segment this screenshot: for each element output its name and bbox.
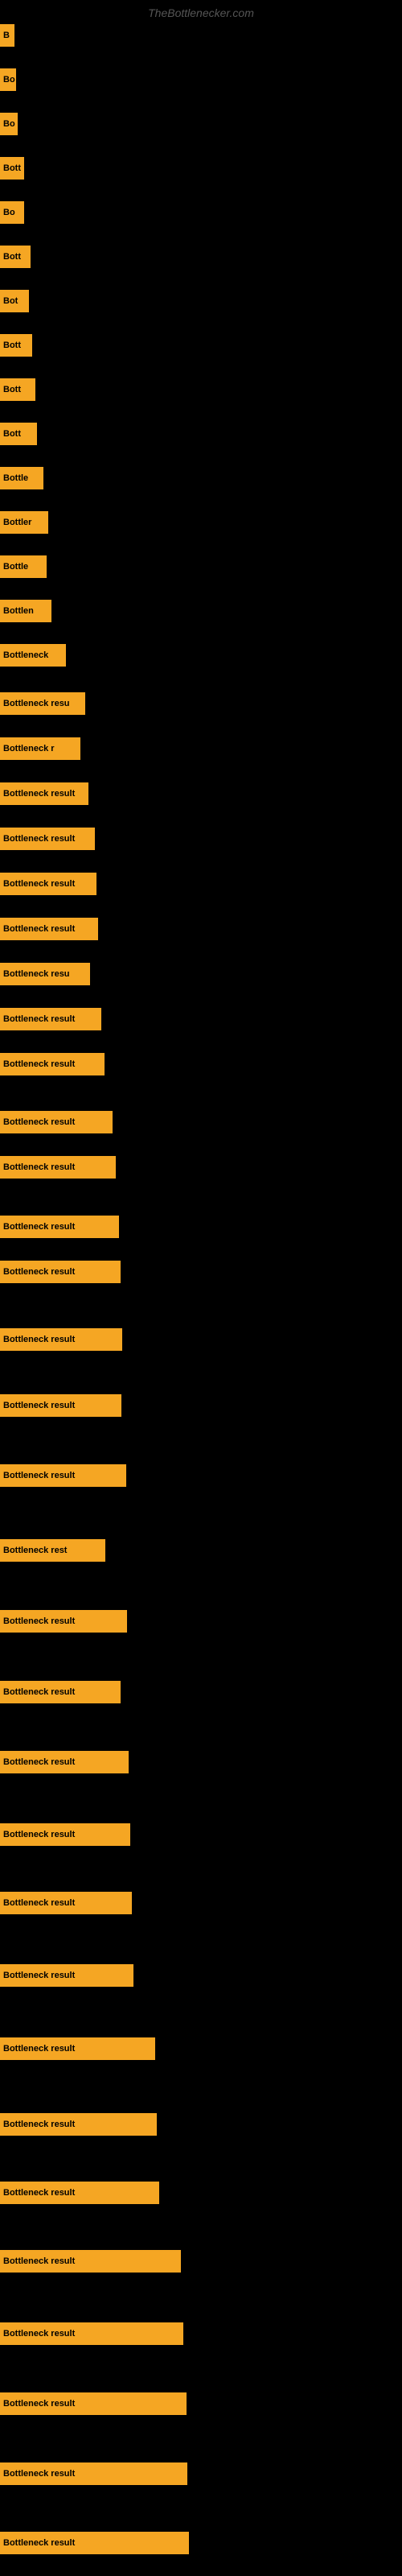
bar-row-27: Bottleneck result bbox=[0, 1261, 121, 1283]
bar-label-22: Bottleneck result bbox=[0, 1008, 101, 1030]
bar-row-17: Bottleneck result bbox=[0, 782, 88, 805]
bar-row-22: Bottleneck result bbox=[0, 1008, 101, 1030]
bar-row-1: Bo bbox=[0, 68, 16, 91]
bar-label-34: Bottleneck result bbox=[0, 1751, 129, 1773]
bar-label-5: Bott bbox=[0, 246, 31, 268]
bar-label-27: Bottleneck result bbox=[0, 1261, 121, 1283]
bar-label-18: Bottleneck result bbox=[0, 828, 95, 850]
bar-row-25: Bottleneck result bbox=[0, 1156, 116, 1179]
bar-label-25: Bottleneck result bbox=[0, 1156, 116, 1179]
bar-row-34: Bottleneck result bbox=[0, 1751, 129, 1773]
bar-label-2: Bo bbox=[0, 113, 18, 135]
bar-label-21: Bottleneck resu bbox=[0, 963, 90, 985]
bar-label-19: Bottleneck result bbox=[0, 873, 96, 895]
bar-label-24: Bottleneck result bbox=[0, 1111, 113, 1133]
bar-row-45: Bottleneck result bbox=[0, 2532, 189, 2554]
bar-label-36: Bottleneck result bbox=[0, 1892, 132, 1914]
bar-row-20: Bottleneck result bbox=[0, 918, 98, 940]
bar-row-3: Bott bbox=[0, 157, 24, 180]
bar-row-44: Bottleneck result bbox=[0, 2462, 187, 2485]
bar-row-36: Bottleneck result bbox=[0, 1892, 132, 1914]
bar-label-17: Bottleneck result bbox=[0, 782, 88, 805]
bar-row-16: Bottleneck r bbox=[0, 737, 80, 760]
bar-row-7: Bott bbox=[0, 334, 32, 357]
bar-label-42: Bottleneck result bbox=[0, 2322, 183, 2345]
bar-label-14: Bottleneck bbox=[0, 644, 66, 667]
bar-label-13: Bottlen bbox=[0, 600, 51, 622]
bar-row-40: Bottleneck result bbox=[0, 2182, 159, 2204]
bar-row-18: Bottleneck result bbox=[0, 828, 95, 850]
bar-label-26: Bottleneck result bbox=[0, 1216, 119, 1238]
bar-row-5: Bott bbox=[0, 246, 31, 268]
bar-label-30: Bottleneck result bbox=[0, 1464, 126, 1487]
bar-label-7: Bott bbox=[0, 334, 32, 357]
bar-row-2: Bo bbox=[0, 113, 18, 135]
bar-label-28: Bottleneck result bbox=[0, 1328, 122, 1351]
bar-row-38: Bottleneck result bbox=[0, 2037, 155, 2060]
bar-label-8: Bott bbox=[0, 378, 35, 401]
bar-row-19: Bottleneck result bbox=[0, 873, 96, 895]
bar-row-33: Bottleneck result bbox=[0, 1681, 121, 1703]
bar-row-42: Bottleneck result bbox=[0, 2322, 183, 2345]
bar-row-24: Bottleneck result bbox=[0, 1111, 113, 1133]
bar-row-11: Bottler bbox=[0, 511, 48, 534]
bar-row-39: Bottleneck result bbox=[0, 2113, 157, 2136]
bar-label-41: Bottleneck result bbox=[0, 2250, 181, 2273]
bar-label-6: Bot bbox=[0, 290, 29, 312]
bar-row-12: Bottle bbox=[0, 555, 47, 578]
bar-label-32: Bottleneck result bbox=[0, 1610, 127, 1633]
bar-label-4: Bo bbox=[0, 201, 24, 224]
bar-label-3: Bott bbox=[0, 157, 24, 180]
bar-label-16: Bottleneck r bbox=[0, 737, 80, 760]
bar-row-23: Bottleneck result bbox=[0, 1053, 105, 1075]
bar-row-29: Bottleneck result bbox=[0, 1394, 121, 1417]
bar-row-26: Bottleneck result bbox=[0, 1216, 119, 1238]
bar-label-29: Bottleneck result bbox=[0, 1394, 121, 1417]
bar-row-31: Bottleneck rest bbox=[0, 1539, 105, 1562]
bar-row-14: Bottleneck bbox=[0, 644, 66, 667]
bar-label-45: Bottleneck result bbox=[0, 2532, 189, 2554]
bar-label-9: Bott bbox=[0, 423, 37, 445]
bar-row-13: Bottlen bbox=[0, 600, 51, 622]
bar-label-0: B bbox=[0, 24, 14, 47]
bar-row-0: B bbox=[0, 24, 14, 47]
bar-label-40: Bottleneck result bbox=[0, 2182, 159, 2204]
bar-label-20: Bottleneck result bbox=[0, 918, 98, 940]
bar-label-15: Bottleneck resu bbox=[0, 692, 85, 715]
site-title: TheBottlenecker.com bbox=[148, 6, 254, 19]
bar-row-21: Bottleneck resu bbox=[0, 963, 90, 985]
bar-row-8: Bott bbox=[0, 378, 35, 401]
bar-label-43: Bottleneck result bbox=[0, 2392, 187, 2415]
bar-row-6: Bot bbox=[0, 290, 29, 312]
bar-label-10: Bottle bbox=[0, 467, 43, 489]
bar-label-37: Bottleneck result bbox=[0, 1964, 133, 1987]
bar-label-39: Bottleneck result bbox=[0, 2113, 157, 2136]
bar-row-15: Bottleneck resu bbox=[0, 692, 85, 715]
bar-row-10: Bottle bbox=[0, 467, 43, 489]
bar-label-38: Bottleneck result bbox=[0, 2037, 155, 2060]
bar-label-31: Bottleneck rest bbox=[0, 1539, 105, 1562]
bar-row-32: Bottleneck result bbox=[0, 1610, 127, 1633]
bar-label-35: Bottleneck result bbox=[0, 1823, 130, 1846]
bar-label-12: Bottle bbox=[0, 555, 47, 578]
bar-label-33: Bottleneck result bbox=[0, 1681, 121, 1703]
bar-row-43: Bottleneck result bbox=[0, 2392, 187, 2415]
bar-row-28: Bottleneck result bbox=[0, 1328, 122, 1351]
bar-row-41: Bottleneck result bbox=[0, 2250, 181, 2273]
bar-label-11: Bottler bbox=[0, 511, 48, 534]
bar-row-30: Bottleneck result bbox=[0, 1464, 126, 1487]
bar-label-44: Bottleneck result bbox=[0, 2462, 187, 2485]
bar-row-9: Bott bbox=[0, 423, 37, 445]
bar-label-1: Bo bbox=[0, 68, 16, 91]
bar-row-4: Bo bbox=[0, 201, 24, 224]
bar-row-37: Bottleneck result bbox=[0, 1964, 133, 1987]
bar-label-23: Bottleneck result bbox=[0, 1053, 105, 1075]
bar-row-35: Bottleneck result bbox=[0, 1823, 130, 1846]
